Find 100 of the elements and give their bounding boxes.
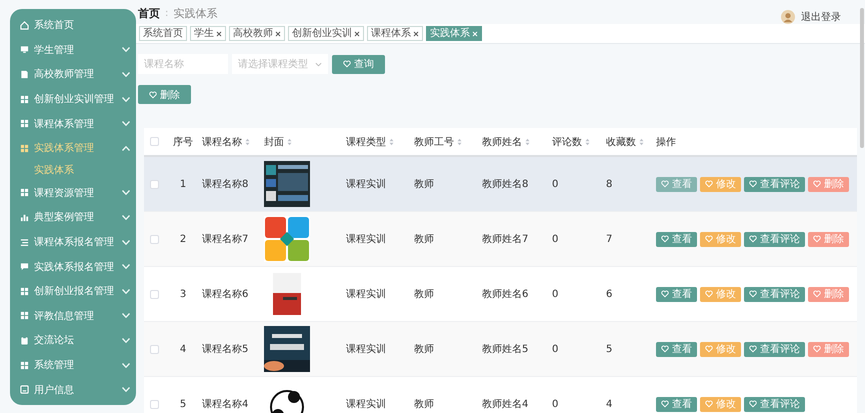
edit-button[interactable]: 修改	[700, 286, 741, 302]
column-header[interactable]: 评论数	[552, 134, 582, 148]
table-cell: 0	[552, 178, 558, 190]
delete-button[interactable]: 删除	[138, 85, 191, 104]
menu-item[interactable]: 课程体系管理	[10, 111, 136, 136]
page-tab[interactable]: 学生	[190, 26, 226, 41]
grid-icon	[20, 188, 29, 198]
menu-item[interactable]: 学生管理	[10, 38, 136, 62]
table-cell-text: 教师	[414, 178, 434, 191]
bar-chart-icon	[20, 212, 29, 222]
table-cell: 7	[606, 234, 612, 244]
table-row[interactable]: 1 课程名称8 课程实训 教师 教师姓名8 0 8 查看 修改 查看评论 删除	[144, 157, 857, 212]
menu-item[interactable]: 实践体系报名管理	[10, 254, 136, 279]
sort-icon[interactable]	[585, 138, 590, 146]
column-header[interactable]: 教师姓名	[482, 134, 522, 148]
heart-icon	[749, 400, 757, 408]
breadcrumb-item[interactable]: 首页	[138, 6, 160, 21]
row-checkbox[interactable]	[150, 180, 159, 188]
edit-button[interactable]: 修改	[700, 342, 741, 356]
row-checkbox[interactable]	[150, 400, 159, 408]
edit-button[interactable]: 修改	[700, 176, 741, 192]
close-icon[interactable]	[354, 30, 360, 36]
menu-item[interactable]: 课程资源管理	[10, 180, 136, 206]
menu-item[interactable]: 创新创业实训管理	[10, 86, 136, 112]
menu-item[interactable]: 用户信息	[10, 377, 136, 402]
submenu-item[interactable]: 实践体系	[10, 160, 136, 181]
search-button[interactable]: 查询	[332, 54, 385, 74]
row-checkbox[interactable]	[150, 344, 159, 354]
page-tab[interactable]: 系统首页	[139, 26, 187, 41]
menu-item[interactable]: 典型案例管理	[10, 205, 136, 230]
sort-icon[interactable]	[389, 138, 394, 146]
menu-item[interactable]: 实践体系管理	[10, 136, 136, 161]
select-all-checkbox[interactable]	[150, 137, 159, 146]
chevron-icon	[315, 62, 322, 66]
table-cell: 5	[606, 344, 612, 354]
heart-icon	[661, 400, 669, 408]
chat-icon	[20, 262, 29, 272]
delete-button[interactable]: 删除	[808, 176, 849, 192]
heart-icon	[705, 180, 713, 188]
view-button[interactable]: 查看评论	[744, 396, 805, 412]
view-button[interactable]: 查看评论	[744, 232, 805, 246]
table-cell-text: 教师	[414, 233, 434, 246]
edit-button[interactable]: 修改	[700, 232, 741, 246]
menu-item[interactable]: 交流论坛	[10, 328, 136, 353]
page-tab[interactable]: 课程体系	[367, 26, 423, 41]
row-checkbox[interactable]	[150, 290, 159, 298]
heart-icon	[813, 290, 821, 298]
page-tab[interactable]: 实践体系	[426, 26, 482, 41]
table-cell: 0	[552, 344, 558, 354]
view-button[interactable]: 查看	[656, 286, 697, 302]
page-tab[interactable]: 创新创业实训	[288, 26, 364, 41]
column-header[interactable]: 课程名称	[202, 134, 242, 148]
heart-icon	[661, 290, 669, 298]
edit-button[interactable]: 修改	[700, 396, 741, 412]
column-header[interactable]: 收藏数	[606, 134, 636, 148]
scrollbar[interactable]	[860, 8, 864, 148]
table-row[interactable]: 2 课程名称7 课程实训 教师 教师姓名7 0 7 查看 修改 查看评论 删除	[144, 212, 857, 267]
table-row[interactable]: 4 课程名称5 课程实训 教师 教师姓名5 0 5 查看 修改 查看评论 删除	[144, 322, 857, 377]
table-cell-text: 教师	[414, 398, 434, 411]
table-cell-text: 教师姓名8	[482, 178, 528, 191]
view-button[interactable]: 查看评论	[744, 286, 805, 302]
heart-icon	[343, 60, 351, 68]
delete-button[interactable]: 删除	[808, 342, 849, 356]
delete-button[interactable]: 删除	[808, 232, 849, 246]
view-button[interactable]: 查看评论	[744, 342, 805, 356]
table-cell: 5	[180, 398, 186, 410]
menu-item[interactable]: 课程体系报名管理	[10, 230, 136, 254]
menu-item[interactable]: 系统管理	[10, 352, 136, 378]
view-button[interactable]: 查看	[656, 176, 697, 192]
close-icon[interactable]	[275, 30, 281, 36]
heart-icon	[705, 290, 713, 298]
menu-item[interactable]: 高校教师管理	[10, 62, 136, 87]
menu-item[interactable]: 评教信息管理	[10, 304, 136, 328]
column-header[interactable]: 封面	[264, 134, 284, 148]
course-type-select[interactable]: 请选择课程类型	[232, 54, 328, 74]
sort-icon[interactable]	[287, 138, 292, 146]
sort-icon[interactable]	[457, 138, 462, 146]
view-button[interactable]: 查看	[656, 232, 697, 246]
heart-icon	[705, 345, 713, 353]
column-header[interactable]: 教师工号	[414, 134, 454, 148]
sort-icon[interactable]	[639, 138, 644, 146]
view-button[interactable]: 查看	[656, 342, 697, 356]
close-icon[interactable]	[216, 30, 222, 36]
sort-icon[interactable]	[245, 138, 250, 146]
course-name-field[interactable]: 课程名称	[138, 54, 228, 74]
page-tab[interactable]: 高校教师	[229, 26, 285, 41]
heart-icon	[705, 235, 713, 243]
delete-button[interactable]: 删除	[808, 286, 849, 302]
row-checkbox[interactable]	[150, 234, 159, 244]
menu-item[interactable]: 系统首页	[10, 13, 136, 38]
view-button[interactable]: 查看评论	[744, 176, 805, 192]
table-cell-text: 教师姓名5	[482, 343, 528, 356]
view-button[interactable]: 查看	[656, 396, 697, 412]
close-icon[interactable]	[413, 30, 419, 36]
grid-icon	[20, 360, 29, 370]
sort-icon[interactable]	[525, 138, 530, 146]
menu-item[interactable]: 创新创业报名管理	[10, 278, 136, 304]
table-cell-text: 课程名称4	[202, 398, 248, 411]
logout-link[interactable]: 退出登录	[801, 10, 841, 24]
column-header[interactable]: 课程类型	[346, 134, 386, 148]
